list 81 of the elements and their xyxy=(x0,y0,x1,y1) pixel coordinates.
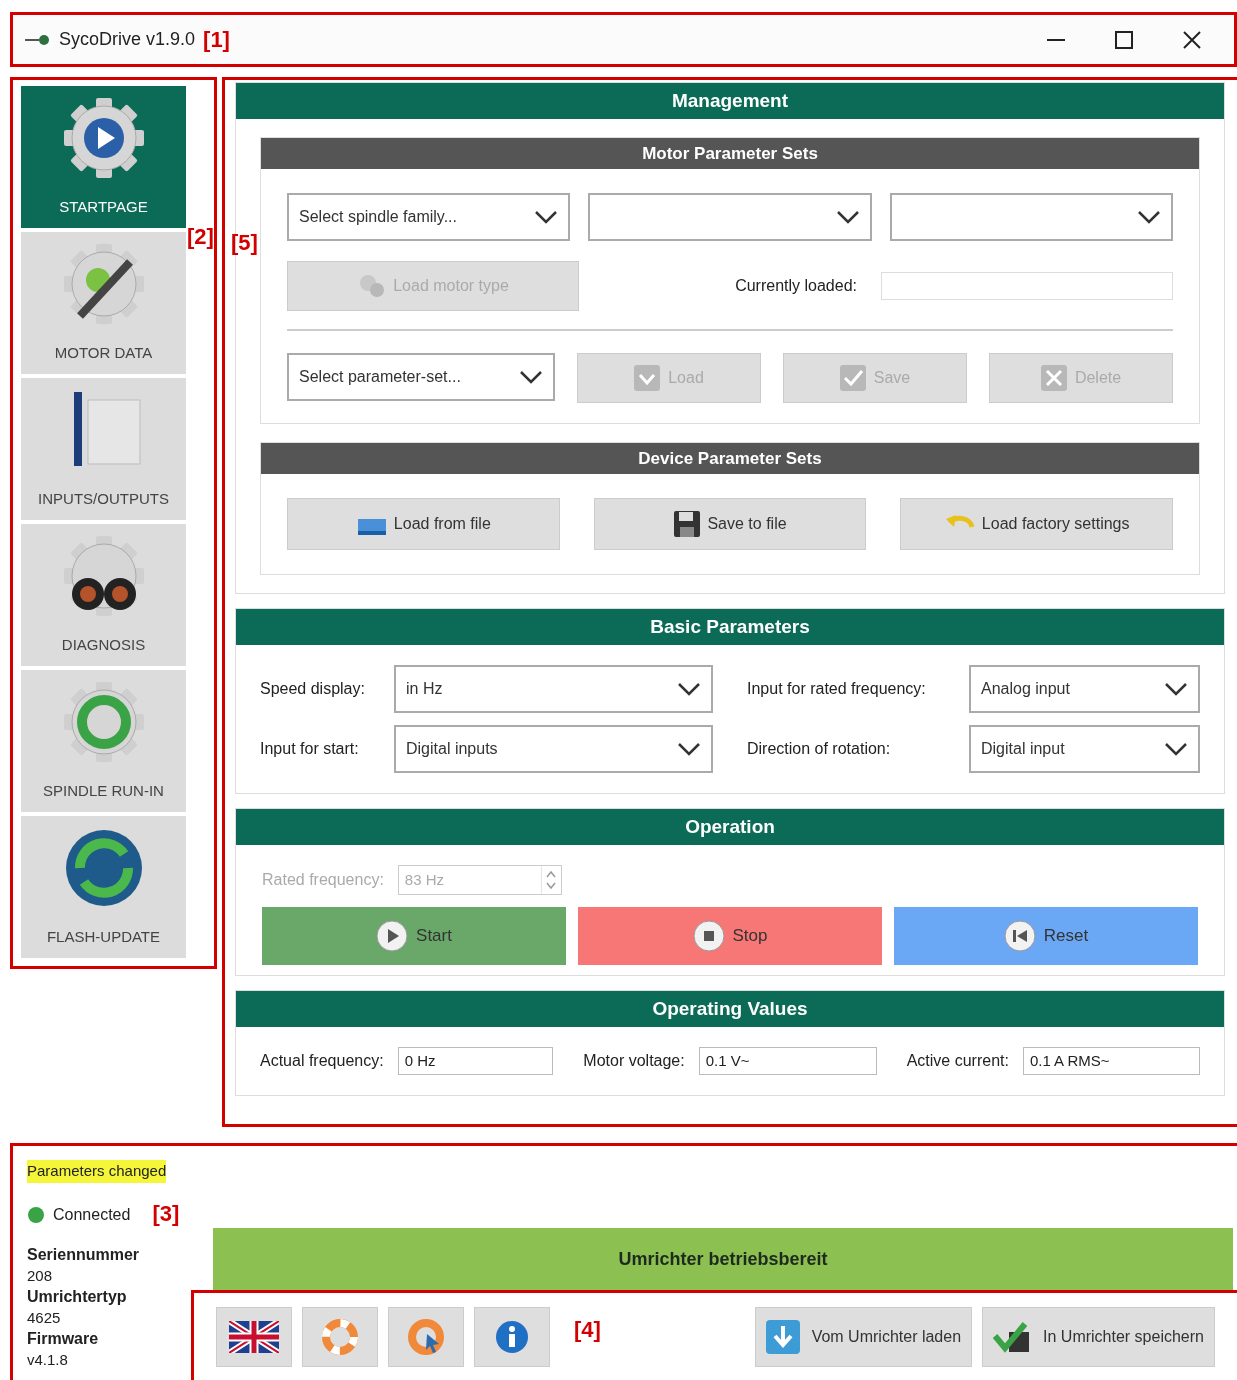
toolbar-button[interactable] xyxy=(474,1306,550,1367)
chevron-down-icon xyxy=(1164,742,1188,756)
info-icon xyxy=(494,1318,530,1355)
dropdown[interactable]: Select parameter-set... xyxy=(287,353,555,401)
lifebuoy-cursor-icon xyxy=(407,1317,445,1356)
close-icon xyxy=(1183,30,1201,49)
sidebar-item[interactable]: SPINDLE RUN-IN xyxy=(21,670,186,812)
annotation-marker: [3] xyxy=(152,1200,180,1226)
sidebar-item[interactable]: MOTOR DATA xyxy=(21,232,186,374)
dropdown[interactable] xyxy=(588,193,872,241)
skip-back-icon xyxy=(1003,920,1036,952)
field-label: Input for rated frequency: xyxy=(747,679,927,699)
checkmark-icon xyxy=(839,365,866,391)
sidebar-item[interactable]: STARTPAGE xyxy=(21,86,186,228)
minimize-icon xyxy=(1047,38,1065,41)
field-label: Speed display: xyxy=(260,679,366,699)
cross-icon xyxy=(1040,365,1067,391)
chevron-down-icon xyxy=(534,210,559,224)
field-label: Actual frequency: xyxy=(260,1051,384,1071)
field-label: Active current: xyxy=(906,1051,1009,1071)
section-header: Management xyxy=(236,83,1224,119)
stop-icon xyxy=(692,920,725,952)
toolbar-button[interactable]: In Umrichter speichern xyxy=(982,1306,1215,1367)
dropdown[interactable] xyxy=(889,193,1173,241)
dropdown[interactable]: Select spindle family... xyxy=(287,193,571,241)
chevron-down-icon xyxy=(677,682,701,696)
annotation-marker: [5] xyxy=(231,230,258,255)
info-label: Firmware xyxy=(27,1328,100,1349)
plug-icon xyxy=(25,34,51,45)
chevron-down-icon xyxy=(1164,682,1188,696)
connection-status: Connected xyxy=(53,1205,131,1225)
play-icon xyxy=(376,920,409,952)
section-header: Operating Values xyxy=(236,991,1224,1027)
download-icon xyxy=(765,1319,800,1354)
annotation-marker: [4] xyxy=(574,1317,601,1342)
section-header: Motor Parameter Sets xyxy=(261,138,1199,169)
section-header: Device Parameter Sets xyxy=(261,443,1199,474)
toolbar-button[interactable] xyxy=(216,1306,292,1367)
flag-icon xyxy=(229,1320,279,1353)
sidebar-item[interactable]: DIAGNOSIS xyxy=(21,524,186,666)
chevron-down-icon xyxy=(519,370,543,384)
dropdown[interactable]: Digital input xyxy=(969,725,1200,773)
value-field: 0.1 V~ xyxy=(698,1047,877,1075)
value-field: 0 Hz xyxy=(397,1047,554,1075)
check-floppy-icon xyxy=(993,1319,1032,1354)
toolbar-button[interactable]: Vom Umrichter laden xyxy=(754,1306,973,1367)
dropdown[interactable]: Digital inputs xyxy=(394,725,713,773)
info-value: 208 xyxy=(27,1265,54,1286)
chevron-down-icon xyxy=(677,742,701,756)
annotation-marker: [1] xyxy=(203,28,230,51)
chevron-down-icon xyxy=(1137,210,1161,224)
chevron-down-icon xyxy=(835,210,860,224)
field-label: Motor voltage: xyxy=(583,1051,685,1071)
operation-button[interactable]: Stop xyxy=(578,907,882,965)
info-label: Seriennummer xyxy=(27,1244,141,1265)
device-set-button[interactable]: Load from file xyxy=(287,498,560,550)
window-title: SycoDrive v1.9.0 xyxy=(59,28,196,51)
section-header: Operation xyxy=(236,809,1224,845)
dropdown[interactable]: in Hz xyxy=(394,665,713,713)
value-field: 0.1 A RMS~ xyxy=(1022,1047,1200,1075)
lifebuoy-icon xyxy=(321,1317,359,1356)
maximize-icon xyxy=(1115,30,1133,49)
device-set-button[interactable]: Load factory settings xyxy=(900,498,1173,550)
device-set-button[interactable]: Save to file xyxy=(593,498,867,550)
ready-banner: Umrichter betriebsbereit xyxy=(213,1228,1233,1290)
info-value: v4.1.8 xyxy=(27,1349,69,1370)
section-header: Basic Parameters xyxy=(236,609,1224,645)
info-label: Umrichtertyp xyxy=(27,1286,128,1307)
field-label: Direction of rotation: xyxy=(747,739,892,759)
currently-loaded-label: Currently loaded: xyxy=(735,276,857,296)
field-label: Input for start: xyxy=(260,739,360,759)
dropdown[interactable]: Analog input xyxy=(969,665,1200,713)
download-icon xyxy=(634,365,661,391)
sidebar-item[interactable]: FLASH-UPDATE xyxy=(21,816,186,958)
parameters-changed-label: Parameters changed xyxy=(27,1160,167,1183)
info-value: 4625 xyxy=(27,1307,62,1328)
sidebar-item[interactable]: INPUTS/OUTPUTS xyxy=(21,378,186,520)
operation-button[interactable]: Reset xyxy=(894,907,1198,965)
operation-button[interactable]: Start xyxy=(262,907,566,965)
annotation-marker: [2] xyxy=(187,224,214,249)
field-label: Rated frequency: xyxy=(262,870,384,890)
